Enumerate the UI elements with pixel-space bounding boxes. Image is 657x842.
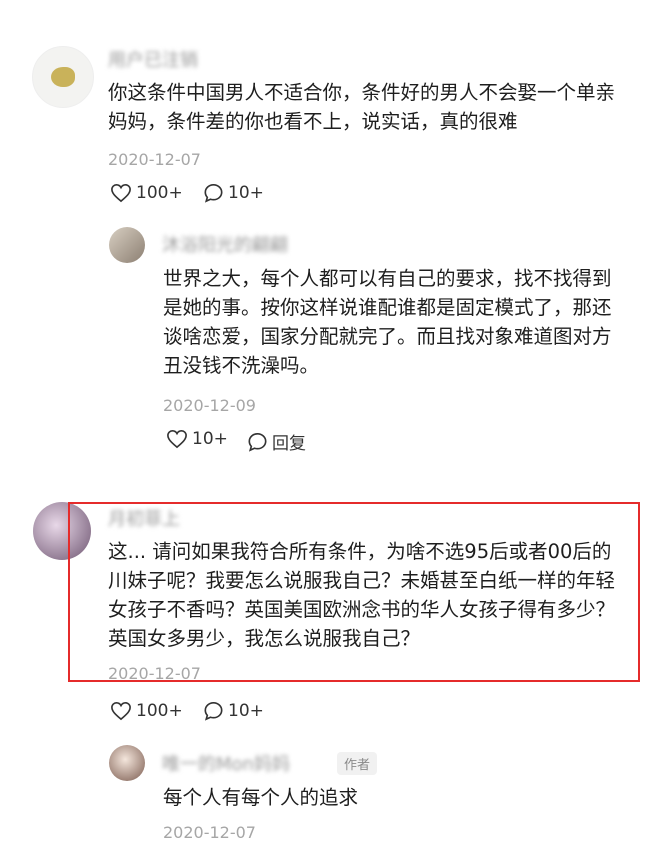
username[interactable]: 唯一的Mon妈妈 <box>162 750 290 776</box>
reply-count: 10+ <box>228 701 264 721</box>
like-count: 100+ <box>136 183 183 203</box>
reply-button[interactable]: 回复 <box>247 429 306 454</box>
username[interactable]: 用户已注销 <box>108 46 198 72</box>
author-tag: 作者 <box>337 752 378 775</box>
heart-icon <box>167 429 187 449</box>
like-button[interactable]: 100+ <box>110 183 183 203</box>
username[interactable]: 沐浴阳光的翩翩 <box>162 231 288 257</box>
comment-date: 2020-12-07 <box>163 823 256 842</box>
duck-avatar-icon <box>51 67 75 87</box>
heart-icon <box>111 701 131 721</box>
comment-bubble-icon <box>248 432 267 452</box>
avatar[interactable] <box>109 227 145 263</box>
comment-text: 每个人有每个人的追求 <box>163 786 359 809</box>
like-button[interactable]: 100+ <box>110 701 183 721</box>
comment-text: 世界之大，每个人都可以有自己的要求，找不找得到是她的事。按你这样说谁配谁都是固定… <box>163 267 612 377</box>
comment-date: 2020-12-07 <box>108 150 201 169</box>
heart-icon <box>111 183 131 203</box>
comment-date: 2020-12-09 <box>163 396 256 415</box>
like-count: 100+ <box>136 701 183 721</box>
avatar[interactable] <box>32 46 94 108</box>
comment-bubble-icon <box>204 701 223 721</box>
highlight-box <box>68 502 640 682</box>
comment-bubble-icon <box>204 183 223 203</box>
reply-button[interactable]: 10+ <box>203 183 264 203</box>
reply-label: 回复 <box>272 434 306 454</box>
reply-button[interactable]: 10+ <box>203 701 264 721</box>
avatar[interactable] <box>109 745 145 781</box>
like-button[interactable]: 10+ <box>166 429 228 449</box>
like-count: 10+ <box>192 429 228 449</box>
reply-count: 10+ <box>228 183 264 203</box>
comment-text: 你这条件中国男人不适合你，条件好的男人不会娶一个单亲妈妈，条件差的你也看不上，说… <box>108 81 616 133</box>
